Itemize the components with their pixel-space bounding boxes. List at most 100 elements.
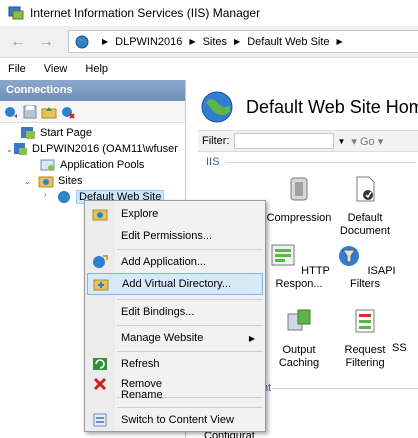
tree-item-sites[interactable]: Sites xyxy=(38,173,82,189)
globe-icon xyxy=(201,91,233,123)
tree-item-server[interactable]: DLPWIN2016 (OAM11\wfuser xyxy=(12,141,178,157)
tree-label: DLPWIN2016 (OAM11\wfuser xyxy=(32,143,178,155)
menu-item-refresh[interactable]: Refresh xyxy=(87,353,263,375)
menu-item-label: Add Application... xyxy=(121,256,207,268)
isapi-filters-icon xyxy=(339,246,360,266)
feature-label: Compression xyxy=(266,212,332,224)
breadcrumb-separator-icon: ▶ xyxy=(234,37,241,46)
menu-item-label: Rename xyxy=(121,389,163,401)
connections-header: Connections xyxy=(0,80,185,101)
tree-item-start-page[interactable]: Start Page xyxy=(20,125,92,141)
globe-icon xyxy=(75,35,89,48)
page-title: Default Web Site Home xyxy=(200,90,418,124)
menu-help[interactable]: Help xyxy=(85,63,108,75)
content-view-icon xyxy=(92,412,108,428)
breadcrumb-item-server[interactable]: DLPWIN2016 xyxy=(115,36,182,48)
feature-output-caching[interactable]: Output Caching xyxy=(266,306,332,370)
feature-compression[interactable]: Compression xyxy=(266,174,332,225)
go-label: Go xyxy=(360,135,375,148)
menu-separator xyxy=(117,407,263,408)
tree-label: Start Page xyxy=(40,127,92,139)
breadcrumb-separator-icon: ▶ xyxy=(336,37,343,46)
output-caching-icon xyxy=(287,309,311,331)
folder-up-icon[interactable] xyxy=(41,104,57,120)
feature-label: Request Filtering xyxy=(344,344,386,369)
feature-http-response[interactable]: HTTP Respon... xyxy=(266,240,332,291)
breadcrumb-item-sites[interactable]: Sites xyxy=(203,36,227,48)
group-divider xyxy=(272,388,418,389)
add-virtual-directory-icon xyxy=(93,276,109,292)
back-button[interactable]: ← xyxy=(4,31,32,53)
request-filtering-icon xyxy=(355,309,375,333)
menu-item-label: Edit Permissions... xyxy=(121,230,213,242)
feature-label: Default Document xyxy=(339,212,391,237)
menu-item-edit-permissions[interactable]: Edit Permissions... xyxy=(87,225,263,247)
menu-file[interactable]: File xyxy=(8,63,26,75)
tree-label: Sites xyxy=(58,175,83,187)
feature-isapi-filters[interactable]: ISAPI Filters xyxy=(332,240,398,291)
menu-item-label: Switch to Content View xyxy=(121,414,234,426)
menu-separator xyxy=(117,299,263,300)
globe-icon xyxy=(58,191,70,203)
disconnect-icon[interactable] xyxy=(60,104,76,120)
menu-item-explore[interactable]: Explore xyxy=(87,203,263,225)
menu-bar: File View Help xyxy=(0,58,418,80)
default-document-icon xyxy=(356,176,375,202)
feature-ssl-partial[interactable]: SS xyxy=(392,342,418,355)
connections-toolbar xyxy=(0,101,185,123)
address-bar: ← → ▶ DLPWIN2016 ▶ Sites ▶ Default Web S… xyxy=(0,26,418,58)
title-bar: Internet Information Services (IIS) Mana… xyxy=(0,0,418,26)
filter-input[interactable] xyxy=(233,133,334,149)
menu-item-add-virtual-directory[interactable]: Add Virtual Directory... xyxy=(87,273,263,295)
menu-view[interactable]: View xyxy=(44,63,68,75)
group-header-iis: IIS xyxy=(206,156,220,168)
breadcrumb-separator-icon: ▶ xyxy=(102,37,109,46)
start-page-icon xyxy=(21,127,35,139)
iis-app-icon xyxy=(8,6,24,20)
menu-item-label: Add Virtual Directory... xyxy=(122,278,232,290)
chevron-down-icon[interactable]: ⌄ xyxy=(24,177,31,186)
application-pools-icon xyxy=(40,159,55,171)
window-title: Internet Information Services (IIS) Mana… xyxy=(30,6,261,20)
chevron-right-icon[interactable]: › xyxy=(44,190,47,199)
feature-label: SS xyxy=(392,342,407,354)
tree-item-application-pools[interactable]: Application Pools xyxy=(40,157,144,173)
breadcrumb-item-default-web-site[interactable]: Default Web Site xyxy=(247,36,329,48)
menu-item-manage-website[interactable]: Manage Website ▶ xyxy=(87,327,263,349)
menu-item-label: Explore xyxy=(121,208,159,220)
menu-item-label: Refresh xyxy=(121,358,160,370)
menu-separator xyxy=(117,249,263,250)
explore-icon xyxy=(92,206,108,222)
compression-icon xyxy=(290,177,308,201)
feature-request-filtering[interactable]: Request Filtering xyxy=(332,306,398,370)
page-title-text: Default Web Site Home xyxy=(246,96,418,117)
tree-label: Application Pools xyxy=(60,159,145,171)
go-button[interactable]: ▾ Go ▾ xyxy=(351,135,383,148)
forward-button[interactable]: → xyxy=(32,31,60,53)
connect-icon[interactable] xyxy=(3,104,19,120)
menu-item-add-application[interactable]: Add Application... xyxy=(87,251,263,273)
refresh-icon xyxy=(92,356,108,372)
server-icon xyxy=(14,143,27,155)
menu-item-rename-row[interactable]: Rename xyxy=(87,385,263,407)
menu-item-switch-to-content-view[interactable]: Switch to Content View xyxy=(87,409,263,431)
menu-item-label: Manage Website xyxy=(121,332,204,344)
feature-default-document[interactable]: Default Document xyxy=(332,174,398,238)
group-divider xyxy=(226,162,416,163)
filter-bar: Filter: ▼ ▾ Go ▾ xyxy=(198,130,418,152)
breadcrumb[interactable]: ▶ DLPWIN2016 ▶ Sites ▶ Default Web Site … xyxy=(68,30,418,53)
save-icon[interactable] xyxy=(22,104,38,120)
breadcrumb-separator-icon: ▶ xyxy=(189,37,196,46)
add-application-icon xyxy=(92,254,108,270)
submenu-arrow-icon: ▶ xyxy=(248,333,255,343)
menu-item-edit-bindings[interactable]: Edit Bindings... xyxy=(87,301,263,323)
feature-label: Output Caching xyxy=(278,344,320,369)
chevron-down-icon[interactable]: ▼ xyxy=(338,137,346,146)
menu-item-label: Edit Bindings... xyxy=(121,306,195,318)
http-response-icon xyxy=(271,244,295,266)
menu-separator xyxy=(117,351,263,352)
folder-icon xyxy=(38,176,54,188)
filter-label: Filter: xyxy=(202,135,230,147)
context-menu: Explore Edit Permissions... Add Applicat… xyxy=(84,200,266,432)
menu-separator xyxy=(117,325,263,326)
